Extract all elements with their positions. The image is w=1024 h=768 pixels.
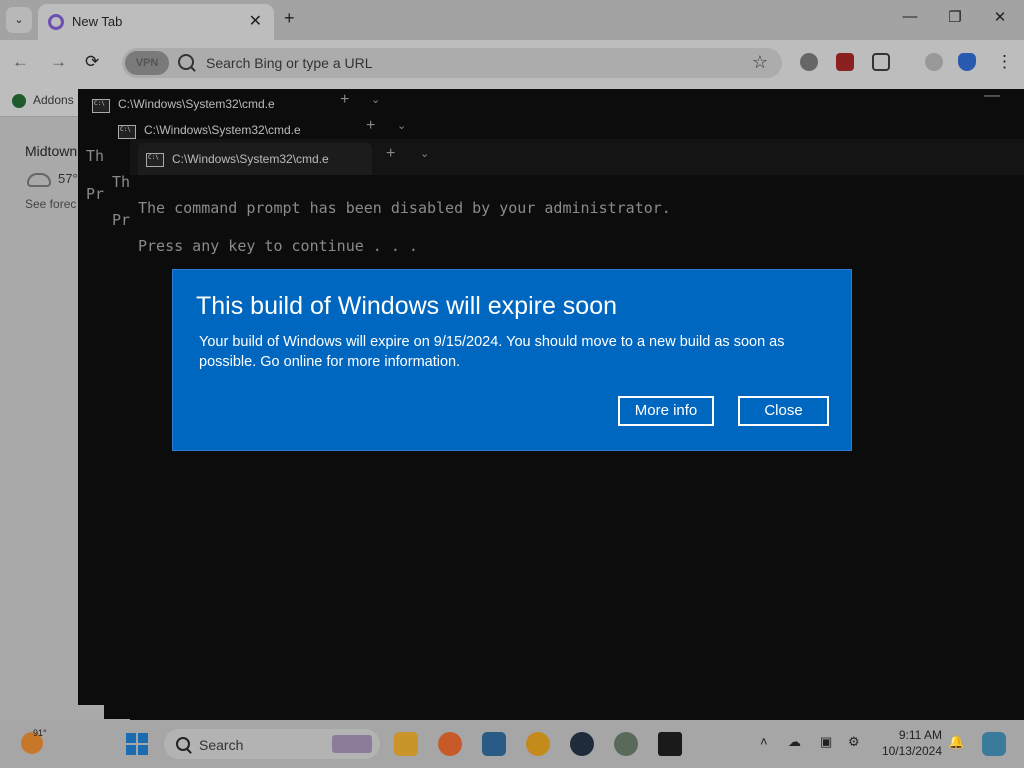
address-input[interactable]: Search Bing or type a URL (206, 55, 373, 71)
terminal-output-line: Press any key to continue . . . (138, 237, 418, 255)
cloud-icon (27, 173, 51, 187)
expiry-dialog: This build of Windows will expire soon Y… (172, 269, 852, 451)
dialog-title: This build of Windows will expire soon (196, 292, 618, 320)
taskbar-search-input[interactable]: Search (199, 737, 243, 753)
search-icon (176, 737, 190, 751)
terminal-new-tab-button[interactable]: + (366, 117, 375, 135)
browser-favicon-icon (48, 14, 64, 30)
extensions-puzzle-icon[interactable] (872, 53, 890, 71)
close-button[interactable]: Close (738, 396, 829, 426)
tray-overflow-icon[interactable]: ˄ (760, 734, 768, 749)
cmd-icon (118, 125, 136, 139)
terminal-output-line: The command prompt has been disabled by … (138, 199, 671, 217)
network-app-icon[interactable] (614, 732, 638, 756)
clock-date[interactable]: 10/13/2024 (870, 744, 942, 758)
favorite-star-icon[interactable]: ☆ (752, 52, 768, 73)
security-shield-icon[interactable] (958, 53, 976, 71)
browser-app-icon[interactable] (526, 732, 550, 756)
tab-close-icon[interactable]: ✕ (249, 11, 262, 31)
weather-widget-temp: 91° (33, 728, 47, 738)
volume-muted-icon[interactable]: ⚙ (848, 734, 860, 750)
weather-forecast-link[interactable]: See forec (25, 197, 76, 211)
terminal-output-line: Th (112, 173, 131, 191)
search-icon (178, 54, 194, 70)
terminal-output-line: Pr (112, 211, 131, 229)
taskbar: 91° Search ˄ ☁ ▣ ⚙ 9:11 AM 10/13/2024 🔔 (0, 720, 1024, 768)
notification-bell-icon[interactable]: 🔔 (948, 734, 964, 750)
steam-icon[interactable] (570, 732, 594, 756)
new-tab-button[interactable]: + (284, 8, 295, 29)
forward-button[interactable]: → (50, 52, 67, 72)
file-explorer-icon[interactable] (394, 732, 418, 756)
search-highlight-image (332, 735, 372, 753)
address-bar[interactable]: VPN Search Bing or type a URL ☆ (122, 48, 782, 78)
clock-time[interactable]: 9:11 AM (880, 728, 942, 742)
tab-list-button[interactable]: ⌄ (6, 7, 32, 33)
terminal-output-line: Pr (86, 185, 105, 203)
terminal-tab-title: C:\Windows\System32\cmd.e (144, 123, 301, 137)
terminal-tab-title: C:\Windows\System32\cmd.e (118, 97, 275, 111)
reload-button[interactable]: ⟳ (85, 52, 99, 72)
tab-title: New Tab (72, 14, 123, 29)
dialog-message: Your build of Windows will expire on 9/1… (199, 334, 785, 370)
terminal-dropdown-icon[interactable]: ⌄ (420, 147, 429, 160)
adblock-extension-icon[interactable] (836, 53, 854, 71)
copilot-icon[interactable] (982, 732, 1006, 756)
profile-icon[interactable] (925, 53, 943, 71)
restore-button[interactable]: ❐ (940, 8, 970, 26)
close-window-button[interactable]: ✕ (985, 8, 1015, 26)
terminal-minimize-button[interactable]: — (984, 89, 1000, 105)
terminal-dropdown-icon[interactable]: ⌄ (397, 119, 406, 132)
browser-toolbar: ← → ⟳ VPN Search Bing or type a URL ☆ ⋮ (0, 40, 1024, 86)
browser-tab-bar: ⌄ New Tab ✕ + — ❐ ✕ (0, 0, 1024, 40)
vpn-badge[interactable]: VPN (125, 51, 169, 75)
tab-new-tab[interactable]: New Tab ✕ (38, 4, 274, 40)
weather-temperature: 57° (58, 171, 78, 186)
taskbar-search[interactable]: Search (164, 729, 380, 759)
app-window-icon[interactable] (482, 732, 506, 756)
cloud-sync-icon[interactable]: ☁ (788, 734, 801, 750)
more-info-button[interactable]: More info (618, 396, 714, 426)
addons-bookmark-icon (12, 94, 26, 108)
terminal-new-tab-button[interactable]: + (340, 91, 349, 109)
display-icon[interactable]: ▣ (820, 734, 832, 750)
cmd-icon (92, 99, 110, 113)
terminal-output-line: Th (86, 147, 105, 165)
terminal-app-icon[interactable] (658, 732, 682, 756)
more-menu-icon[interactable]: ⋮ (996, 52, 1013, 72)
terminal-tab[interactable]: C:\Windows\System32\cmd.e (138, 143, 372, 175)
terminal-dropdown-icon[interactable]: ⌄ (371, 93, 380, 106)
firefox-icon[interactable] (438, 732, 462, 756)
start-windows-icon[interactable] (126, 733, 148, 755)
weather-location[interactable]: Midtown (25, 143, 77, 159)
terminal-new-tab-button[interactable]: + (386, 145, 395, 163)
terminal-tab-title: C:\Windows\System32\cmd.e (172, 152, 329, 166)
terminal-tab-bar: C:\Windows\System32\cmd.e + ⌄ (130, 139, 1024, 175)
bookmark-addons[interactable]: Addons (33, 93, 74, 107)
minimize-button[interactable]: — (895, 8, 925, 25)
back-button[interactable]: ← (12, 52, 29, 72)
cmd-icon (146, 153, 164, 167)
extension-shield-icon[interactable] (800, 53, 818, 71)
